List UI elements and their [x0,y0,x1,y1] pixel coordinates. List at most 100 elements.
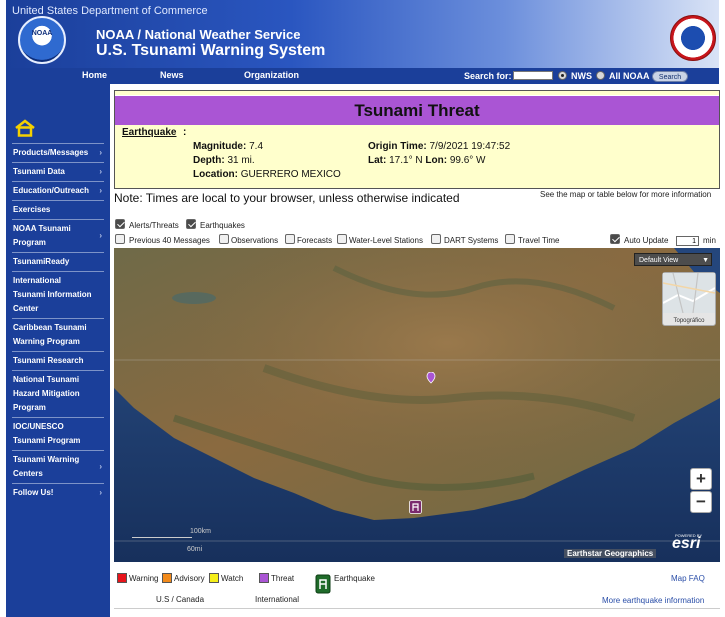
dart-label: DART Systems [444,236,499,245]
lat-value: 17.1° N [389,155,423,166]
alerts-checkbox[interactable] [115,219,125,229]
earthquakes-checkbox[interactable] [186,219,196,229]
sidebar-item-label: International Tsunami Information Center [13,276,92,313]
threat-swatch [259,573,269,583]
more-earthquake-info-link[interactable]: More earthquake information [602,596,704,605]
watch-swatch [209,573,219,583]
tab-international[interactable]: International [255,595,299,604]
sidebar-item-label: Follow Us! [13,488,54,497]
noaa-logo[interactable]: NOAA [18,16,66,64]
epicenter-marker-icon[interactable] [426,372,436,384]
sidebar-item-exercises[interactable]: Exercises [12,200,104,219]
map-faq-link[interactable]: Map FAQ [671,574,705,583]
sidebar-item-tsunami-warning-centers[interactable]: Tsunami Warning Centers › [12,450,104,483]
sidebar-item-label: Exercises [13,205,51,214]
legend-threat: Threat [271,574,295,583]
chevron-right-icon: › [99,167,102,176]
earthquake-marker-icon[interactable] [409,500,422,514]
auto-update-interval[interactable]: 1 [676,236,699,246]
chevron-right-icon: › [99,462,102,471]
sidebar-item-international-tsunami-information-center[interactable]: International Tsunami Information Center [12,271,104,318]
chevron-right-icon: › [99,148,102,157]
radio-all-noaa[interactable] [596,71,605,80]
threat-map[interactable] [114,248,720,562]
sidebar-item-label: National Tsunami Hazard Mitigation Progr… [13,375,80,412]
depth-row: Depth: 31 mi. [193,155,255,166]
search-label: Search for: [464,71,512,81]
scale-line [132,537,192,538]
earthquakes-label: Earthquakes [200,221,245,230]
alerts-label: Alerts/Threats [129,221,179,230]
sidebar-item-tsunami-data[interactable]: Tsunami Data › [12,162,104,181]
observations-checkbox[interactable] [219,234,229,244]
sidebar-item-caribbean-tsunami-warning-program[interactable]: Caribbean Tsunami Warning Program [12,318,104,351]
nav-bar: Home News Organization Search for: NWS A… [6,68,719,84]
sidebar-menu: Products/Messages › Tsunami Data › Education… [12,143,104,502]
nws-logo[interactable] [670,15,716,61]
sidebar-item-national-tsunami-hazard-mitigation-program[interactable]: National Tsunami Hazard Mitigation Progr… [12,370,104,417]
zoom-in-button[interactable]: + [690,468,712,490]
view-select[interactable]: Default View ▼ [634,253,712,266]
travel-time-checkbox[interactable] [505,234,515,244]
lon-value: 99.6° W [449,155,486,166]
scale-mi: 60mi [187,546,203,553]
scale-km: 100km [190,528,212,535]
sidebar-item-products-messages[interactable]: Products/Messages › [12,143,104,162]
see-map-note: See the map or table below for more info… [540,190,712,199]
threat-summary: Tsunami Threat Earthquake : Magnitude: 7… [114,90,720,189]
sidebar: Products/Messages › Tsunami Data › Education… [6,84,110,617]
zoom-out-button[interactable]: − [690,491,712,513]
nav-news[interactable]: News [160,70,184,80]
previous-checkbox[interactable] [115,234,125,244]
radio-nws[interactable] [558,71,567,80]
sidebar-item-label: Tsunami Warning Centers [13,455,80,478]
water-level-checkbox[interactable] [337,234,347,244]
depth-label: Depth: [193,155,225,166]
nav-home[interactable]: Home [82,70,107,80]
sidebar-item-label: NOAA Tsunami Program [13,224,71,247]
earthquake-link[interactable]: Earthquake [122,127,176,138]
search-input[interactable] [513,71,553,80]
dart-checkbox[interactable] [431,234,441,244]
location-label: Location: [193,169,238,180]
esri-logo[interactable]: esri [672,535,700,553]
legend-advisory: Advisory [174,574,205,583]
basemap-toggle[interactable]: Topográfico [662,272,716,326]
previous-label: Previous 40 Messages [129,236,210,245]
earthquake-legend-icon [315,574,331,594]
auto-update-unit: min [703,236,716,245]
sidebar-item-noaa-tsunami-program[interactable]: NOAA Tsunami Program › [12,219,104,252]
lat-label: Lat: [368,155,387,166]
noaa-logo-text: NOAA [31,30,53,37]
origin-label: Origin Time: [368,141,427,152]
radio-nws-label: NWS [571,71,592,81]
sidebar-item-ioc-unesco-tsunami-program[interactable]: IOC/UNESCO Tsunami Program [12,417,104,450]
threat-title: Tsunami Threat [115,95,719,125]
sidebar-item-tsunamiready[interactable]: TsunamiReady [12,252,104,271]
sidebar-item-education-outreach[interactable]: Education/Outreach › [12,181,104,200]
sidebar-item-label: Products/Messages [13,148,89,157]
forecasts-checkbox[interactable] [285,234,295,244]
radio-all-noaa-label: All NOAA [609,71,650,81]
sidebar-item-tsunami-research[interactable]: Tsunami Research [12,351,104,370]
sidebar-item-label: IOC/UNESCO Tsunami Program [13,422,81,445]
tab-us-canada[interactable]: U.S / Canada [156,595,204,604]
depth-value: 31 mi. [227,155,255,166]
sidebar-item-follow-us[interactable]: Follow Us! › [12,483,104,502]
site-header: United States Department of Commerce NOA… [6,0,719,68]
lon-label: Lon: [425,155,448,166]
auto-update-checkbox[interactable] [610,234,620,244]
chevron-right-icon: › [99,488,102,497]
legend-watch: Watch [221,574,244,583]
home-icon[interactable] [14,119,36,137]
sidebar-item-label: Tsunami Research [13,356,84,365]
bottom-divider [114,608,720,609]
water-level-label: Water-Level Stations [349,236,423,245]
org-title: NOAA / National Weather Service [96,27,301,42]
nav-organization[interactable]: Organization [244,70,299,80]
travel-time-label: Travel Time [518,236,560,245]
chevron-down-icon: ▼ [702,257,709,264]
observations-label: Observations [231,236,279,245]
advisory-swatch [162,573,172,583]
search-button[interactable]: Search [652,71,688,82]
